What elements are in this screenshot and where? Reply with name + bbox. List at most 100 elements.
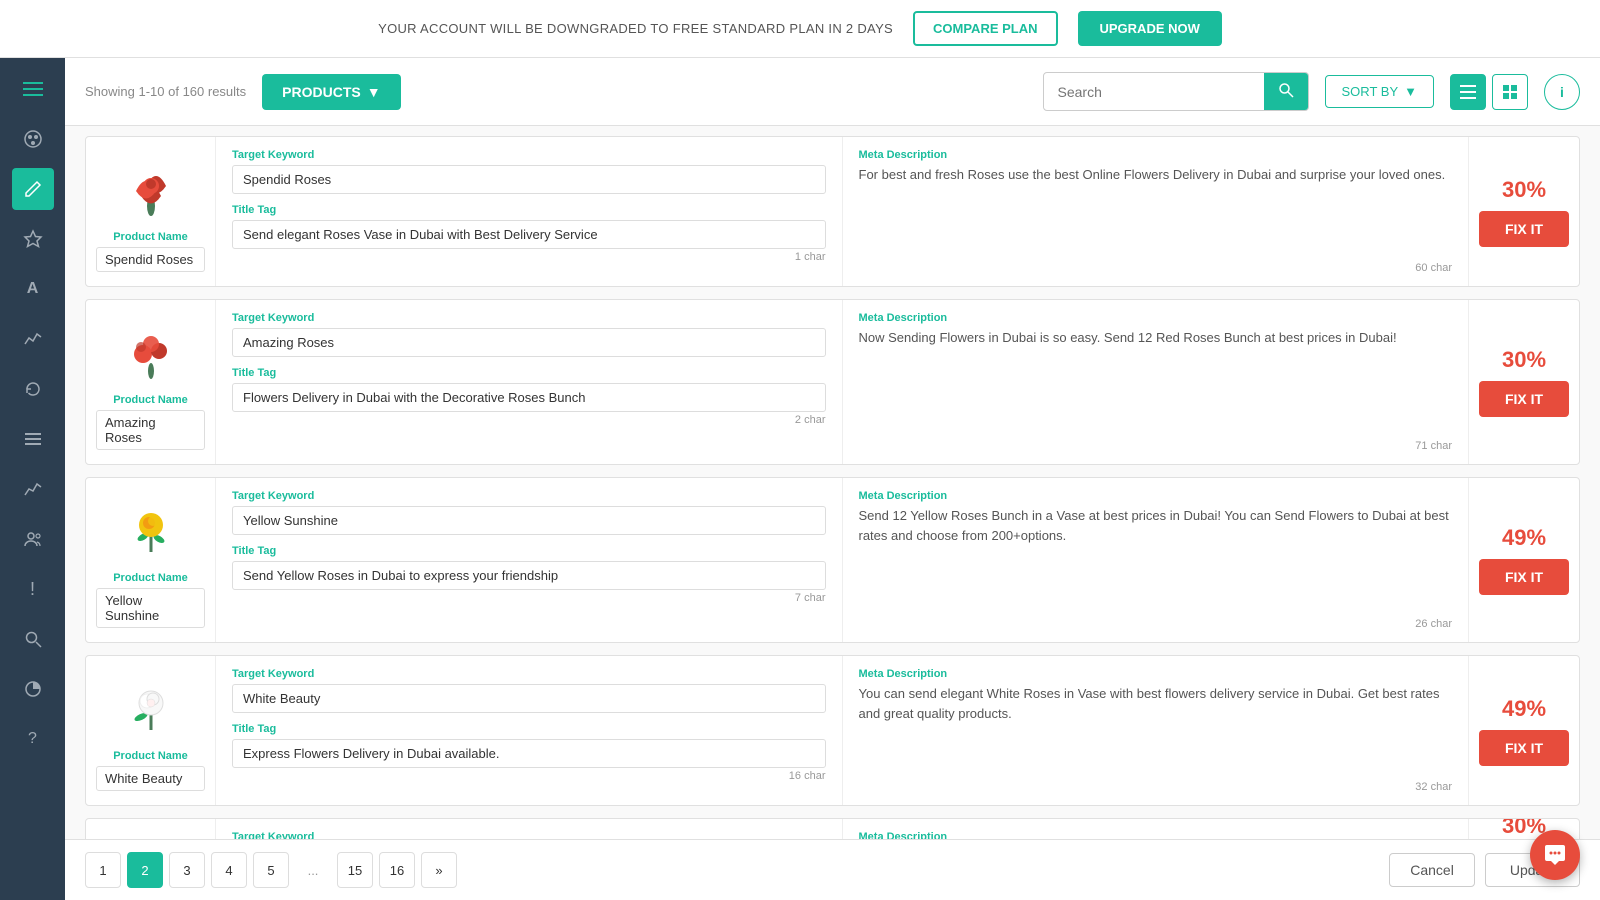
fix-it-button[interactable]: FIX IT [1479, 211, 1569, 247]
target-keyword-group: Target Keyword Spendid Roses [232, 149, 826, 194]
sidebar-icon-pie[interactable] [12, 668, 54, 710]
title-tag-label: Title Tag [232, 204, 826, 216]
target-keyword-label: Target Keyword [232, 149, 826, 161]
product-thumbnail [116, 151, 186, 221]
results-count: Showing 1-10 of 160 results [85, 84, 246, 99]
target-keyword-group: Target Keyword Colors Of Love [232, 831, 826, 839]
title-tag-label: Title Tag [232, 545, 826, 557]
grid-view-button[interactable] [1492, 74, 1528, 110]
product-score-col: 30% FIX IT [1469, 300, 1579, 464]
meta-description-value: Send 12 Yellow Roses Bunch in a Vase at … [859, 506, 1453, 614]
sidebar-icon-palette[interactable] [12, 118, 54, 160]
sidebar-icon-help[interactable]: ? [12, 718, 54, 760]
products-dropdown-arrow: ▼ [367, 84, 381, 100]
pagination-page-1[interactable]: 1 [85, 852, 121, 888]
fix-it-button[interactable]: FIX IT [1479, 730, 1569, 766]
title-tag-group: Title Tag Send elegant Roses Vase in Dub… [232, 204, 826, 263]
title-char-count: 1 char [232, 251, 826, 263]
product-row: Product Name White Beauty Target Keyword… [85, 655, 1580, 806]
product-meta-col: Meta Description For best and fresh Rose… [843, 137, 1470, 286]
fix-it-button[interactable]: FIX IT [1479, 559, 1569, 595]
title-tag-value: Flowers Delivery in Dubai with the Decor… [232, 383, 826, 412]
product-meta-col: Meta Description Send 12 Yellow Roses Bu… [843, 478, 1470, 642]
target-keyword-group: Target Keyword White Beauty [232, 668, 826, 713]
meta-description-label: Meta Description [859, 490, 1453, 502]
info-button[interactable]: i [1544, 74, 1580, 110]
score-value: 49% [1502, 525, 1546, 551]
target-keyword-group: Target Keyword Yellow Sunshine [232, 490, 826, 535]
meta-description-label: Meta Description [859, 149, 1453, 161]
sidebar-icon-menu[interactable] [12, 68, 54, 110]
title-tag-value: Send elegant Roses Vase in Dubai with Be… [232, 220, 826, 249]
product-name-label: Product Name [113, 231, 188, 243]
sidebar-icon-analytics[interactable] [12, 318, 54, 360]
meta-description-label: Meta Description [859, 312, 1453, 324]
sidebar-icon-edit[interactable] [12, 168, 54, 210]
content-area: Showing 1-10 of 160 results PRODUCTS ▼ S… [65, 58, 1600, 900]
products-dropdown-button[interactable]: PRODUCTS ▼ [262, 74, 400, 110]
pagination-page-5[interactable]: 5 [253, 852, 289, 888]
products-list: Product Name Spendid Roses Target Keywor… [65, 126, 1600, 839]
meta-char-count: 71 char [859, 440, 1453, 452]
search-input[interactable] [1044, 76, 1264, 108]
pagination-next[interactable]: » [421, 852, 457, 888]
product-image-col: Product Name Yellow Sunshine [86, 478, 216, 642]
view-toggle [1450, 74, 1528, 110]
chat-icon [1543, 843, 1567, 867]
score-value: 30% [1502, 177, 1546, 203]
pagination-page-15[interactable]: 15 [337, 852, 373, 888]
search-icon [1278, 82, 1294, 98]
search-button[interactable] [1264, 73, 1308, 110]
product-image-col: Product Name White Beauty [86, 656, 216, 805]
product-thumbnail [116, 670, 186, 740]
pagination-page-3[interactable]: 3 [169, 852, 205, 888]
product-meta-col: Meta Description For 12 Mix Roses Bunch … [843, 819, 1470, 839]
target-keyword-value: White Beauty [232, 684, 826, 713]
product-middle-col: Target Keyword Amazing Roses Title Tag F… [216, 300, 843, 464]
product-middle-col: Target Keyword Yellow Sunshine Title Tag… [216, 478, 843, 642]
pagination-page-16[interactable]: 16 [379, 852, 415, 888]
product-thumbnail [116, 492, 186, 562]
target-keyword-value: Spendid Roses [232, 165, 826, 194]
title-tag-value: Express Flowers Delivery in Dubai availa… [232, 739, 826, 768]
sidebar-icon-star[interactable] [12, 218, 54, 260]
sidebar-icon-alert[interactable]: ! [12, 568, 54, 610]
upgrade-now-button[interactable]: UPGRADE NOW [1078, 11, 1222, 46]
sidebar-icon-chart[interactable] [12, 468, 54, 510]
main-layout: A ! ? Showing 1-10 of 160 results [0, 58, 1600, 900]
product-image-col: Product Name Amazing Roses [86, 300, 216, 464]
sidebar-icon-users[interactable] [12, 518, 54, 560]
sidebar-icon-list[interactable] [12, 418, 54, 460]
chat-fab-button[interactable] [1530, 830, 1580, 880]
grid-view-icon [1503, 85, 1517, 99]
product-name-value: Amazing Roses [96, 410, 205, 450]
sort-by-button[interactable]: SORT BY ▼ [1325, 75, 1434, 108]
product-meta-col: Meta Description Now Sending Flowers in … [843, 300, 1470, 464]
sidebar-icon-refresh[interactable] [12, 368, 54, 410]
product-middle-col: Target Keyword Spendid Roses Title Tag S… [216, 137, 843, 286]
meta-description-label: Meta Description [859, 668, 1453, 680]
product-row: Product Name Amazing Roses Target Keywor… [85, 299, 1580, 465]
list-view-icon [1460, 85, 1476, 99]
title-tag-group: Title Tag Send Yellow Roses in Dubai to … [232, 545, 826, 604]
product-row: Product Name Spendid Roses Target Keywor… [85, 136, 1580, 287]
score-value: 49% [1502, 696, 1546, 722]
product-middle-col: Target Keyword White Beauty Title Tag Ex… [216, 656, 843, 805]
pagination-page-4[interactable]: 4 [211, 852, 247, 888]
cancel-button[interactable]: Cancel [1389, 853, 1475, 887]
banner-text: YOUR ACCOUNT WILL BE DOWNGRADED TO FREE … [378, 21, 893, 36]
pagination-pages: 12345...1516» [85, 852, 457, 888]
compare-plan-button[interactable]: COMPARE PLAN [913, 11, 1057, 46]
sidebar-icon-search[interactable] [12, 618, 54, 660]
title-char-count: 16 char [232, 770, 826, 782]
list-view-button[interactable] [1450, 74, 1486, 110]
sidebar-icon-text[interactable]: A [12, 268, 54, 310]
fix-it-button[interactable]: FIX IT [1479, 381, 1569, 417]
title-tag-group: Title Tag Flowers Delivery in Dubai with… [232, 367, 826, 426]
title-tag-value: Send Yellow Roses in Dubai to express yo… [232, 561, 826, 590]
pagination-page-2[interactable]: 2 [127, 852, 163, 888]
title-char-count: 2 char [232, 414, 826, 426]
sidebar: A ! ? [0, 58, 65, 900]
meta-description-value: Now Sending Flowers in Dubai is so easy.… [859, 328, 1453, 436]
sort-dropdown-arrow: ▼ [1404, 84, 1417, 99]
